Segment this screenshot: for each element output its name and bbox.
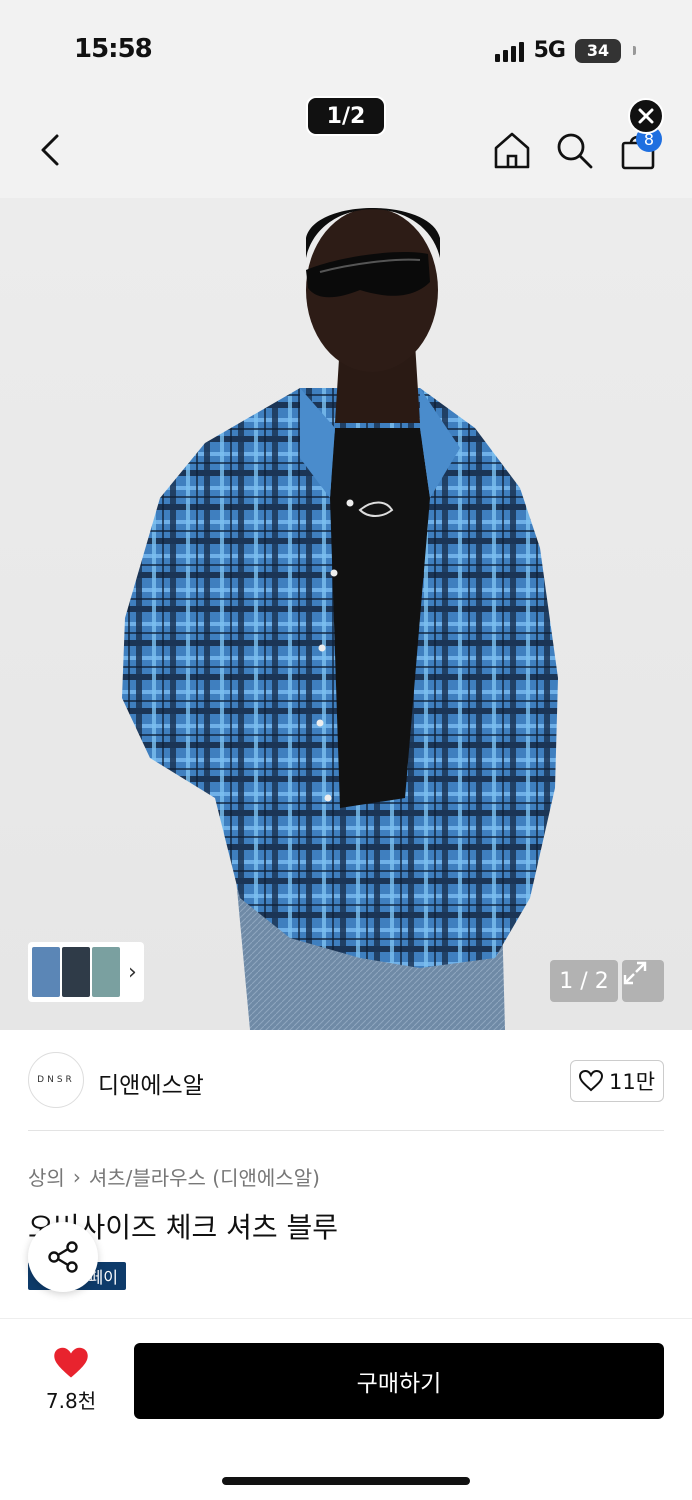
brand-logo-text: DNSR <box>37 1075 75 1085</box>
brand-logo[interactable]: DNSR <box>28 1052 84 1108</box>
product-image[interactable]: › 1 / 2 <box>0 198 692 1030</box>
battery-level: 34 <box>586 41 610 60</box>
brand-like-button[interactable]: 11만 <box>570 1060 664 1102</box>
heart-filled-icon <box>54 1347 88 1378</box>
home-icon <box>494 132 530 169</box>
share-button[interactable] <box>28 1222 98 1292</box>
thumbnail-1[interactable] <box>32 947 60 997</box>
breadcrumb-item-shirts[interactable]: 셔츠/블라우스 (디앤에스알) <box>89 1162 320 1191</box>
search-button[interactable] <box>552 128 596 172</box>
product-photo <box>122 208 558 1030</box>
brand-like-count: 11만 <box>608 1070 656 1094</box>
close-button[interactable] <box>628 98 664 134</box>
battery-tip <box>633 46 636 55</box>
bottom-action-bar: 7.8천 구매하기 <box>0 1318 692 1500</box>
image-counter: 1 / 2 <box>550 960 618 1002</box>
status-indicators: 5G 34 <box>494 38 636 63</box>
thumbnail-2[interactable] <box>62 947 90 997</box>
signal-icon <box>494 40 524 62</box>
network-label: 5G <box>533 38 566 63</box>
heart-outline-icon <box>578 1070 603 1092</box>
status-bar: 15:58 5G 34 <box>0 0 692 100</box>
battery-icon: 34 <box>575 38 621 63</box>
share-icon <box>48 1241 78 1273</box>
chevron-right-icon: › <box>128 959 137 985</box>
brand-row: DNSR 디앤에스알 11만 <box>0 1030 692 1130</box>
divider <box>28 1130 664 1131</box>
breadcrumb: 상의 › 셔츠/블라우스 (디앤에스알) <box>28 1162 320 1191</box>
page-indicator: 1/2 <box>306 96 386 136</box>
status-time: 15:58 <box>74 34 153 64</box>
breadcrumb-item-tops[interactable]: 상의 <box>28 1162 65 1191</box>
chevron-left-icon <box>41 134 59 166</box>
expand-icon <box>623 961 647 985</box>
back-button[interactable] <box>28 128 72 172</box>
expand-button[interactable] <box>622 960 664 1002</box>
home-indicator <box>222 1477 470 1485</box>
top-nav: 1/2 8 <box>0 96 692 198</box>
breadcrumb-separator-icon: › <box>72 1164 81 1189</box>
home-button[interactable] <box>490 128 534 172</box>
close-icon <box>638 108 654 124</box>
search-icon <box>557 133 593 169</box>
wishlist-count: 7.8천 <box>45 1389 97 1413</box>
wishlist-button[interactable]: 7.8천 <box>36 1347 106 1414</box>
thumbnail-strip[interactable]: › <box>28 942 144 1002</box>
thumbnail-3[interactable] <box>92 947 120 997</box>
brand-name[interactable]: 디앤에스알 <box>98 1066 204 1100</box>
buy-button[interactable]: 구매하기 <box>134 1343 664 1419</box>
